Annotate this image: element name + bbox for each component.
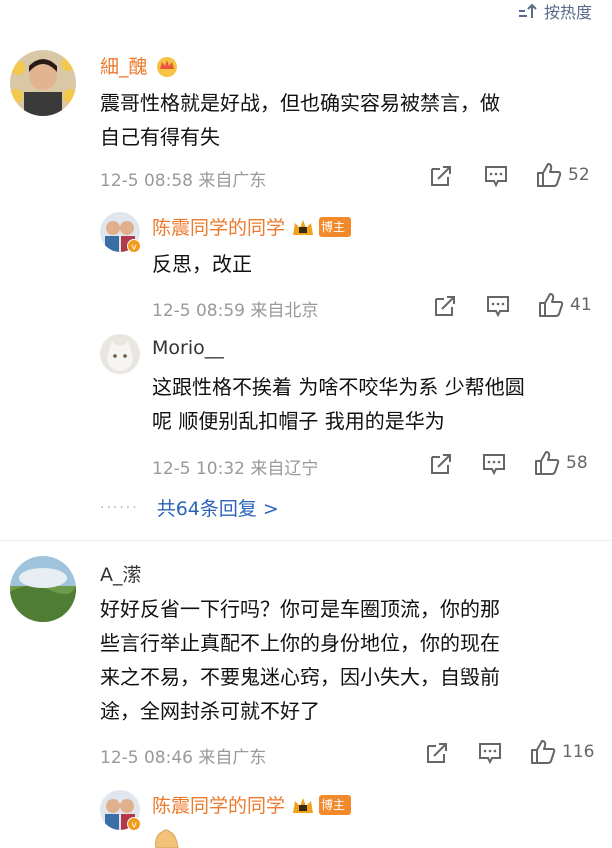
sort-label: 按热度 <box>543 3 592 22</box>
reply-meta: 12-5 10:32 来自辽宁 <box>152 459 319 479</box>
svg-text:v: v <box>131 243 137 253</box>
comment-icon <box>479 743 501 764</box>
share-icon <box>427 743 447 763</box>
share-button[interactable] <box>428 453 452 475</box>
thumbs-up-icon <box>531 740 556 764</box>
reply-author-name[interactable]: 陈震同学的同学 博主 <box>152 213 352 240</box>
replies-count-label: 共64条回复 > <box>156 498 279 520</box>
comment-button[interactable] <box>486 295 510 317</box>
verified-badge-icon: v <box>127 239 141 253</box>
view-replies-link[interactable]: ······ 共64条回复 > <box>100 494 279 521</box>
like-button[interactable]: 41 <box>538 292 592 318</box>
comment-button[interactable] <box>484 165 508 187</box>
thumbs-up-icon <box>537 163 562 187</box>
avatar[interactable] <box>100 334 140 374</box>
comment-meta: 12-5 08:46 来自广东 <box>100 748 267 768</box>
share-button[interactable] <box>424 742 448 764</box>
blogger-badge: 博主 <box>319 216 352 237</box>
avatar[interactable] <box>10 556 76 622</box>
share-icon <box>435 296 455 316</box>
share-button[interactable] <box>428 165 452 187</box>
share-button[interactable] <box>432 295 456 317</box>
share-icon <box>431 166 451 186</box>
reply-text: 这跟性格不挨着 为啥不咬华为系 少帮他圆 呢 顺便别乱扣帽子 我用的是华为 <box>152 375 525 433</box>
comment-author-name[interactable]: A_潆 <box>100 560 142 587</box>
comment-icon <box>483 454 505 475</box>
reply-meta: 12-5 08:59 来自北京 <box>152 301 319 321</box>
reply-author-name[interactable]: Morio__ <box>152 337 224 359</box>
like-button[interactable]: 52 <box>536 162 590 188</box>
crown-icon <box>293 219 314 235</box>
share-icon <box>431 454 451 474</box>
crown-icon <box>293 797 314 813</box>
sort-icon <box>518 3 537 18</box>
thumbs-up-icon <box>539 293 564 317</box>
hand-emoji-icon <box>155 829 179 848</box>
like-count: 58 <box>566 453 588 473</box>
like-count: 116 <box>562 742 595 762</box>
divider <box>0 540 612 541</box>
comment-button[interactable] <box>482 453 506 475</box>
comment-text: 震哥性格就是好战，但也确实容易被禁言，做 自己有得有失 <box>100 91 500 149</box>
thumbs-up-icon <box>535 451 560 475</box>
comment-text: 好好反省一下行吗？你可是车圈顶流，你的那 些言行举止真配不上你的身份地位，你的现… <box>100 597 500 723</box>
like-count: 41 <box>570 295 592 315</box>
svg-text:v: v <box>131 821 137 831</box>
like-button[interactable]: 116 <box>530 739 594 765</box>
comment-icon <box>485 166 507 187</box>
dots-separator: ······ <box>100 499 139 516</box>
reply-text: 反思，改正 <box>152 252 252 276</box>
like-count: 52 <box>568 165 590 185</box>
verified-badge-icon: v <box>127 817 141 831</box>
crown-icon <box>156 56 177 77</box>
blogger-badge: 博主 <box>319 794 352 815</box>
sort-by-hot-control[interactable]: 按热度 <box>518 0 592 22</box>
comment-author-name[interactable]: 細_醜 <box>100 52 180 79</box>
comment-button[interactable] <box>478 742 502 764</box>
avatar[interactable] <box>10 50 76 116</box>
like-button[interactable]: 58 <box>534 450 588 476</box>
comment-icon <box>487 296 509 317</box>
reply-author-name[interactable]: 陈震同学的同学 博主 <box>152 791 352 818</box>
comment-meta: 12-5 08:58 来自广东 <box>100 171 267 191</box>
